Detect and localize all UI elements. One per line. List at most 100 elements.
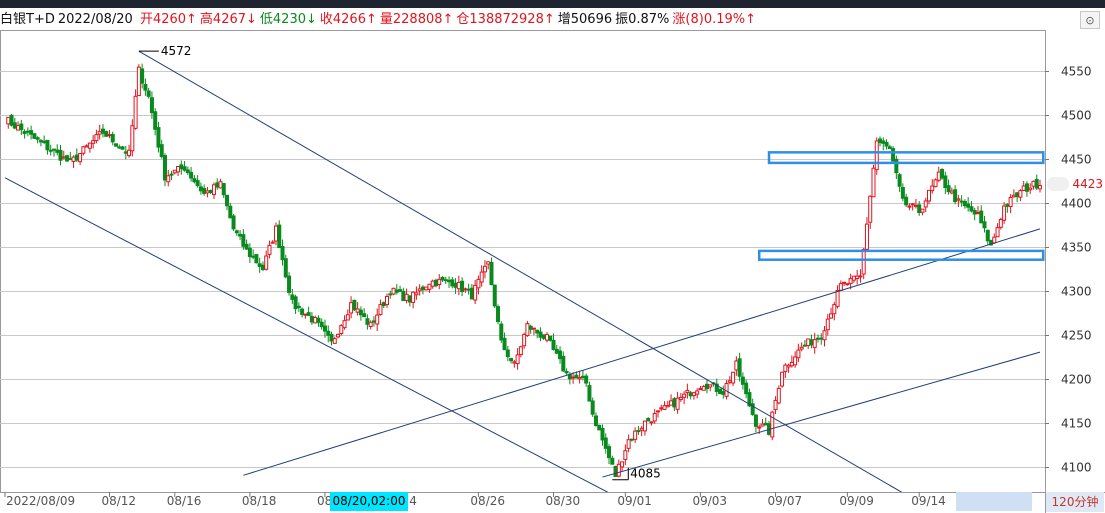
- candle-body: [293, 296, 298, 310]
- candle-body: [466, 288, 471, 291]
- candle-body: [254, 254, 259, 264]
- candle-body: [571, 376, 576, 379]
- amplitude: 振0.87%: [615, 12, 670, 27]
- candle-body: [22, 131, 27, 135]
- candle-body: [1031, 180, 1036, 187]
- candle-body: [538, 331, 543, 338]
- interest-increase: 增50696: [557, 12, 613, 27]
- candle-body: [946, 185, 951, 193]
- candle-body: [482, 265, 487, 273]
- candle-body: [257, 263, 262, 267]
- candle-body: [930, 185, 935, 192]
- candle-body: [398, 289, 403, 292]
- quote-info-bar: 白银T+D 2022/08/20 开4260↑ 高4267↓ 低4230↓ 收4266↑…: [0, 9, 1060, 31]
- candle-body: [979, 210, 984, 224]
- candle-body: [378, 304, 383, 315]
- candle-body: [623, 450, 628, 460]
- candle-body: [365, 318, 370, 325]
- candle-body: [385, 295, 390, 306]
- candle-body: [597, 424, 602, 431]
- candle-body: [306, 312, 311, 316]
- candle-body: [228, 205, 233, 219]
- candle-body: [107, 134, 112, 137]
- candle-body: [453, 282, 458, 288]
- candle-body: [727, 380, 732, 383]
- candle-body: [685, 389, 690, 393]
- candle-body: [669, 400, 674, 406]
- candle-body: [19, 123, 24, 131]
- candle-body: [6, 116, 11, 125]
- y-tick-label: 4350: [1061, 241, 1092, 255]
- candle-body: [48, 149, 53, 152]
- candle-body: [639, 427, 644, 431]
- candle-body: [832, 304, 837, 315]
- candle-body: [786, 364, 791, 368]
- candle-body: [737, 358, 742, 377]
- candle-body: [881, 140, 886, 144]
- candle-body: [9, 114, 14, 126]
- candle-body: [904, 196, 909, 206]
- candle-body: [721, 391, 726, 395]
- candle-body: [541, 334, 546, 339]
- candle-body: [283, 258, 288, 278]
- window-top-bar: [0, 0, 1105, 8]
- candle-body: [868, 195, 873, 223]
- candle-body: [900, 187, 905, 199]
- zoom-icon[interactable]: ⊙: [1080, 11, 1100, 29]
- candle-body: [349, 302, 354, 314]
- candle-body: [610, 457, 615, 465]
- candle-body: [290, 294, 295, 300]
- candle-body: [835, 289, 840, 307]
- high-annotation: 4572: [161, 44, 192, 58]
- candle-body: [936, 171, 941, 181]
- candle-body: [574, 374, 579, 379]
- candle-body: [489, 261, 494, 286]
- candle-body: [153, 111, 158, 130]
- candle-body: [179, 164, 184, 170]
- candle-body: [871, 167, 876, 198]
- x-tick-label: 08/26: [470, 494, 505, 508]
- candle-body: [708, 384, 713, 388]
- candle-body: [401, 290, 406, 302]
- candle-body: [620, 461, 625, 468]
- candle-body: [492, 284, 497, 307]
- candle-body: [159, 144, 164, 158]
- candle-body: [319, 321, 324, 328]
- candle-body: [851, 275, 856, 281]
- candle-body: [287, 275, 292, 293]
- range-box: [767, 151, 1045, 165]
- candle-body: [450, 279, 455, 287]
- candle-body: [309, 315, 314, 323]
- candlestick-chart[interactable]: 4100 4150 4200 4250 4300 4350 4400 4450 4500 4550…: [0, 30, 1105, 513]
- candle-body: [848, 278, 853, 284]
- candle-body: [65, 155, 70, 162]
- candle-body: [71, 156, 76, 162]
- candle-body: [94, 134, 99, 142]
- candle-body: [391, 287, 396, 295]
- candle-body: [68, 158, 73, 161]
- candle-body: [682, 393, 687, 398]
- cursor-time-label: 08/20,02:00: [330, 492, 408, 511]
- low-price: 低4230↓: [259, 12, 317, 27]
- candle-body: [447, 279, 452, 283]
- candle-body: [704, 383, 709, 390]
- period-selector[interactable]: 120分钟: [1046, 492, 1104, 512]
- open-price: 开4260↑: [139, 12, 197, 27]
- candle-body: [933, 179, 938, 188]
- candle-body: [55, 149, 60, 153]
- candle-body: [636, 430, 641, 433]
- candle-body: [358, 309, 363, 316]
- candle-body: [1018, 190, 1023, 198]
- candle-body: [773, 399, 778, 411]
- candle-body: [29, 130, 34, 135]
- symbol-name[interactable]: 白银T+D: [0, 12, 55, 27]
- candle-body: [499, 323, 504, 341]
- candle-body: [812, 339, 817, 348]
- candle-body: [819, 337, 824, 340]
- candle-body: [195, 180, 200, 187]
- candle-body: [336, 333, 341, 338]
- y-tick-label: 4300: [1061, 285, 1092, 299]
- candle-body: [744, 382, 749, 395]
- candle-body: [424, 286, 429, 291]
- candle-body: [642, 420, 647, 432]
